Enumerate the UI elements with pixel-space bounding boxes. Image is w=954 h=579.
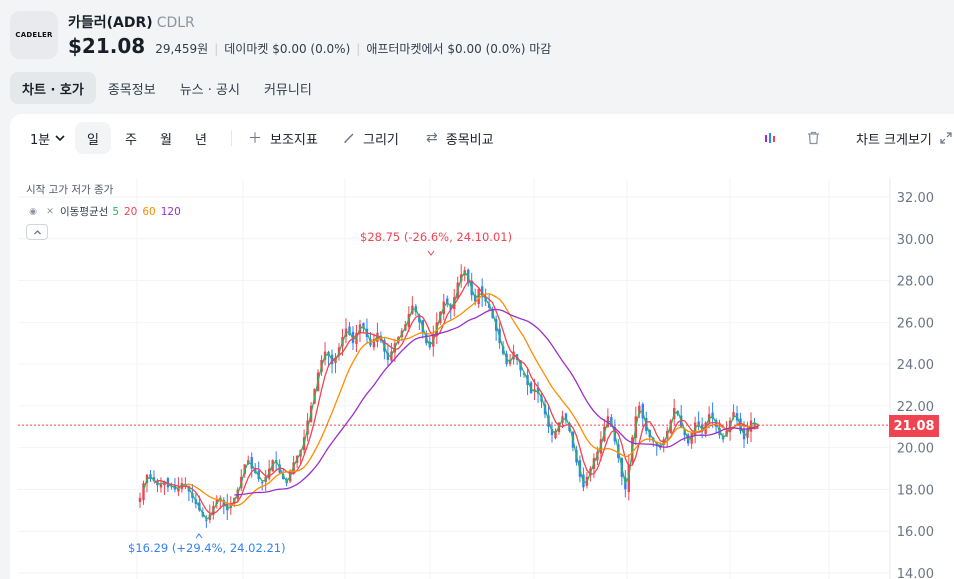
stock-name-row: 카들러(ADR) CDLR: [68, 12, 195, 32]
close-icon[interactable]: ✕: [43, 205, 57, 219]
trash-icon: [808, 131, 819, 145]
pencil-icon: [344, 133, 354, 144]
daymarket-change: 데이마켓 $0.00 (0.0%): [224, 42, 351, 56]
ma-20-line: [153, 280, 759, 515]
period-year-label: 년: [195, 132, 207, 148]
ma-period-20: 20: [124, 205, 138, 218]
draw-label: 그리기: [363, 132, 399, 148]
period-year-button[interactable]: 년: [194, 122, 208, 154]
period-day-button[interactable]: 일: [75, 122, 111, 154]
ohlc-legend: 시작 고가 저가 종가: [26, 184, 114, 196]
compare-button[interactable]: ⇄ 종목비교: [426, 122, 494, 154]
toolbar-divider: [231, 130, 232, 146]
y-tick-label: 28.00: [897, 275, 934, 290]
low-marker-icon: [195, 533, 203, 539]
candle-body: [138, 497, 142, 502]
resize-chart-button[interactable]: 차트 크게보기: [856, 122, 952, 154]
period-month-label: 월: [160, 132, 172, 148]
ma-period-5: 5: [112, 205, 119, 218]
draw-button[interactable]: 그리기: [343, 122, 399, 154]
chart-toolbar: 1분 일 주 월 년 ＋ 보조지표 그리기 ⇄ 종목비교 차트 크게보기: [10, 122, 954, 154]
logo-text: CADELER: [15, 31, 53, 39]
main-tabs: 차트 · 호가 종목정보 뉴스 · 공시 커뮤니티: [10, 72, 324, 104]
price-chart[interactable]: 32.00 30.00 28.00 26.00 24.00 22.00 20.00 18.00…: [10, 178, 954, 579]
current-price: $21.08: [68, 34, 146, 58]
y-tick-label: 24.00: [897, 358, 934, 373]
y-tick-label: 30.00: [897, 233, 934, 248]
stock-ticker: CDLR: [156, 15, 195, 31]
y-tick-label: 14.00: [897, 567, 934, 579]
price-krw: 29,459원: [155, 42, 209, 56]
y-tick-label: 18.00: [897, 483, 934, 498]
ma-period-120: 120: [160, 205, 181, 218]
candle-body: [205, 519, 208, 521]
y-tick-label: 26.00: [897, 316, 934, 331]
y-tick-label: 22.00: [897, 400, 934, 415]
stock-name: 카들러(ADR): [68, 15, 153, 31]
interval-select[interactable]: 1분: [30, 122, 66, 154]
period-month-button[interactable]: 월: [159, 122, 173, 154]
resize-label: 차트 크게보기: [856, 132, 932, 148]
tab-chart[interactable]: 차트 · 호가: [10, 72, 96, 104]
ma-periods: 5 20 60 120: [112, 206, 185, 218]
expand-icon: [940, 132, 952, 144]
chevron-up-icon: [33, 229, 41, 234]
swap-icon: ⇄: [426, 130, 438, 146]
ma-period-60: 60: [142, 205, 156, 218]
y-tick-label: 16.00: [897, 525, 934, 540]
collapse-legend-button[interactable]: [26, 224, 48, 240]
low-annotation: $16.29 (+29.4%, 24.02.21): [128, 541, 286, 555]
chart-panel: 1분 일 주 월 년 ＋ 보조지표 그리기 ⇄ 종목비교 차트 크게보기 32.00…: [10, 114, 954, 579]
period-week-button[interactable]: 주: [124, 122, 138, 154]
high-marker-icon: [427, 250, 435, 256]
y-tick-label: 20.00: [897, 442, 934, 457]
separator: |: [356, 42, 361, 56]
price-row: $21.08 29,459원 | 데이마켓 $0.00 (0.0%) | 애프터…: [68, 34, 551, 58]
company-logo: CADELER: [10, 11, 58, 59]
y-tick-label: 32.00: [897, 191, 934, 206]
tab-news[interactable]: 뉴스 · 공시: [168, 72, 252, 104]
chevron-down-icon: [55, 135, 65, 142]
ma-legend: ◉ ✕ 이동평균선 5 20 60 120: [26, 204, 186, 219]
indicator-button[interactable]: ＋ 보조지표: [248, 122, 318, 154]
eye-icon[interactable]: ◉: [26, 205, 40, 219]
aftermarket-change: 애프터마켓에서 $0.00 (0.0%) 마감: [366, 42, 552, 56]
period-week-label: 주: [125, 132, 137, 148]
high-annotation: $28.75 (-26.6%, 24.10.01): [360, 230, 512, 244]
separator: |: [214, 42, 219, 56]
ma-title: 이동평균선: [60, 206, 109, 218]
chart-type-button[interactable]: [764, 122, 778, 154]
current-price-tag: 21.08: [889, 415, 939, 437]
stock-header: CADELER 카들러(ADR) CDLR $21.08 29,459원 | 데이…: [0, 0, 954, 66]
period-day-label: 일: [87, 132, 99, 148]
compare-label: 종목비교: [445, 132, 494, 148]
candle-icon: [765, 133, 775, 143]
candle-body: [261, 481, 264, 484]
tab-info[interactable]: 종목정보: [96, 72, 168, 104]
delete-drawing-button[interactable]: [807, 122, 820, 154]
plus-icon: ＋: [248, 131, 262, 147]
interval-label: 1분: [30, 132, 51, 148]
indicator-label: 보조지표: [270, 132, 318, 148]
tab-community[interactable]: 커뮤니티: [252, 72, 324, 104]
